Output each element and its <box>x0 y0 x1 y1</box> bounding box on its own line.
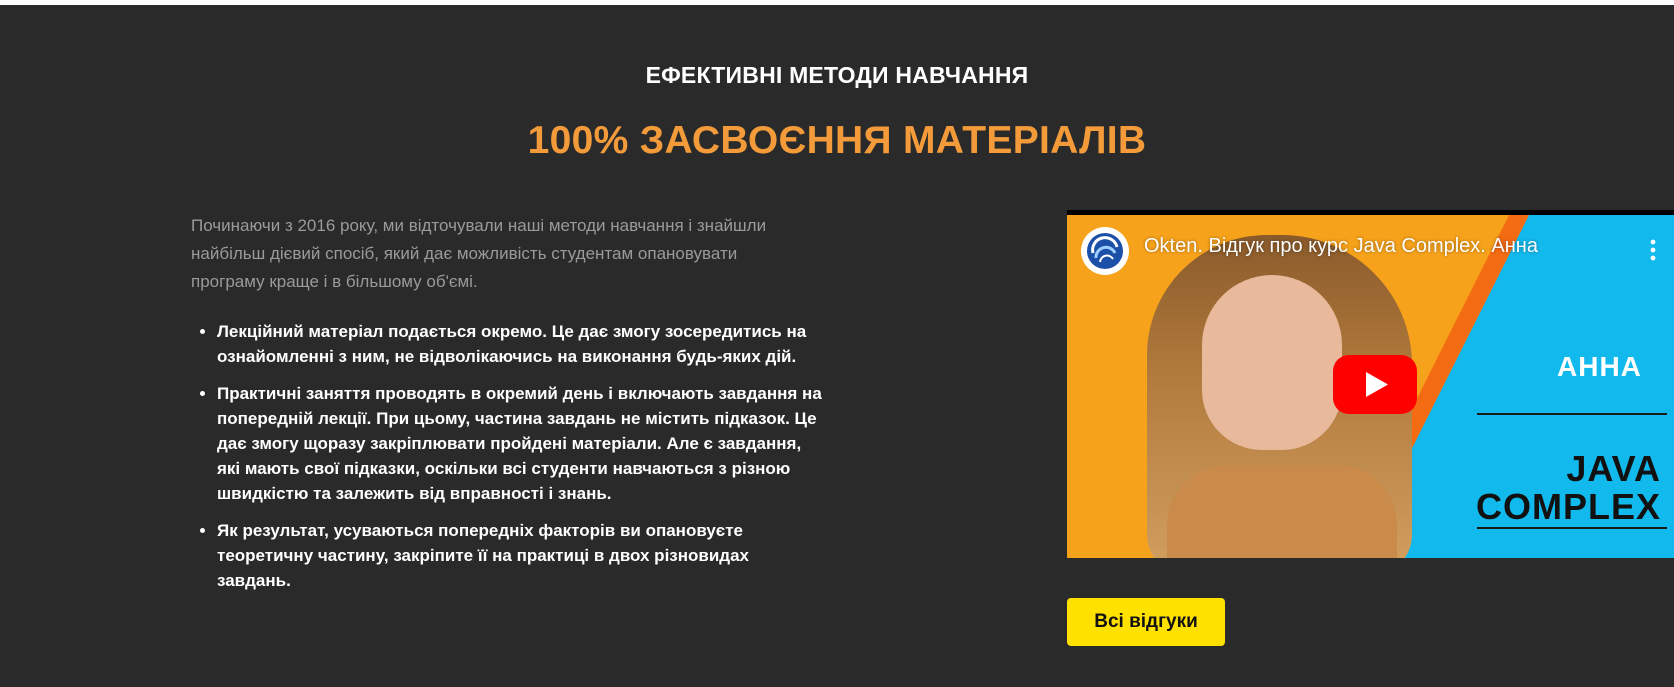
section-kicker: ЕФЕКТИВНІ МЕТОДИ НАВЧАННЯ <box>645 62 1029 88</box>
thumbnail-name: АННА <box>1557 351 1642 382</box>
all-reviews-button[interactable]: Всі відгуки <box>1067 598 1225 646</box>
speaker-photo-body <box>1167 465 1397 558</box>
intro-paragraph: Починаючи з 2016 року, ми відточували на… <box>191 216 767 291</box>
video-title[interactable]: Okten. Відгук про курс Java Complex. Анн… <box>1144 235 1538 258</box>
section-headline: 100% ЗАСВОЄННЯ МАТЕРІАЛІВ <box>527 119 1147 162</box>
speaker-photo-face <box>1202 275 1342 450</box>
video-player[interactable]: АННА JAVA COMPLEX Okten. Відгук про курс… <box>1067 210 1674 558</box>
thumbnail-course-line1: JAVA <box>1566 448 1661 489</box>
more-vert-icon[interactable] <box>1643 232 1663 268</box>
okten-logo-icon[interactable] <box>1081 227 1129 275</box>
list-item: Лекційний матеріал подається окремо. Це … <box>217 319 822 369</box>
youtube-play-icon[interactable] <box>1333 355 1417 414</box>
thumbnail-course-line2: COMPLEX <box>1475 486 1661 527</box>
methods-list: Лекційний матеріал подається окремо. Це … <box>191 319 822 605</box>
video-thumbnail[interactable]: АННА JAVA COMPLEX Okten. Відгук про курс… <box>1067 215 1674 558</box>
thumbnail-divider <box>1477 413 1667 415</box>
thumbnail-course: JAVA COMPLEX <box>1437 450 1661 526</box>
thumbnail-divider <box>1477 527 1667 529</box>
list-item: Як результат, усуваються попередніх факт… <box>217 518 822 593</box>
list-item: Практичні заняття проводять в окремий де… <box>217 381 822 506</box>
